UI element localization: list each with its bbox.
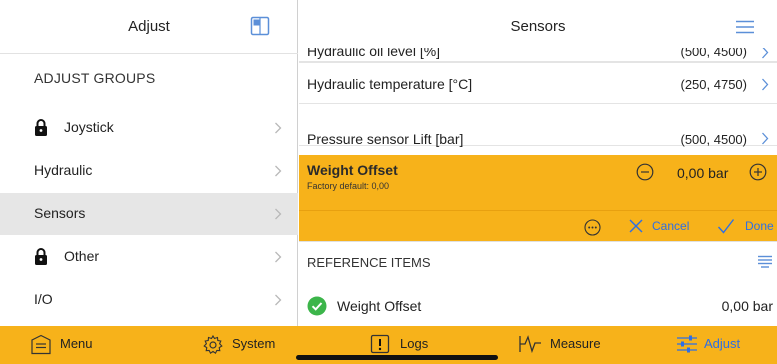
measure-icon — [519, 335, 541, 354]
chevron-right-icon — [275, 208, 282, 220]
sidebar-header: Adjust — [0, 0, 298, 54]
menu-icon — [31, 334, 51, 355]
home-indicator — [296, 355, 498, 360]
reference-item-value: 0,00 bar — [721, 298, 773, 314]
close-icon[interactable] — [629, 219, 643, 233]
sidebar-item-sensors[interactable]: Sensors — [0, 193, 298, 235]
lock-icon — [35, 119, 47, 136]
chevron-right-icon — [762, 78, 769, 91]
weight-offset-value: 0,00 bar — [677, 165, 729, 181]
checkmark-icon[interactable] — [717, 218, 735, 234]
sidebar-item-label: I/O — [34, 291, 53, 307]
reference-item-label: Weight Offset — [337, 298, 422, 314]
chevron-right-icon — [275, 251, 282, 263]
chevron-right-icon — [275, 294, 282, 306]
tab-adjust[interactable]: Adjust — [676, 326, 756, 364]
decrement-button[interactable] — [636, 163, 654, 181]
sidebar-item-io[interactable]: I/O — [0, 279, 298, 321]
sensor-row-pressure-lift[interactable]: Pressure sensor Lift [bar] (500, 4500) — [299, 104, 777, 147]
tab-label: System — [232, 336, 276, 351]
tab-label: Menu — [60, 336, 93, 351]
sensor-value: (500, 4500) — [680, 132, 748, 147]
sensor-row-oil-level[interactable]: Hydraulic oil level [%] (500, 4500) — [299, 48, 777, 62]
sensor-name: Hydraulic temperature [°C] — [307, 76, 473, 92]
tab-measure[interactable]: Measure — [518, 326, 618, 364]
sidebar-item-label: Joystick — [64, 119, 114, 135]
editor-title: Weight Offset — [307, 162, 398, 178]
chevron-right-icon — [762, 48, 769, 59]
tab-system[interactable]: System — [202, 326, 292, 364]
factory-default-text: Factory default: 0,00 — [307, 181, 390, 191]
sensor-row-hydraulic-temperature[interactable]: Hydraulic temperature [°C] (250, 4750) — [299, 62, 777, 104]
weight-offset-editor: Weight Offset Factory default: 0,00 0,00… — [299, 155, 777, 210]
list-filter-icon[interactable] — [757, 255, 773, 268]
lock-icon — [35, 248, 47, 265]
sidebar-item-joystick[interactable]: Joystick — [0, 107, 298, 149]
tab-label: Logs — [400, 336, 429, 351]
hamburger-menu-icon[interactable] — [735, 20, 755, 34]
done-button[interactable]: Done — [745, 219, 774, 233]
cancel-button[interactable]: Cancel — [652, 219, 689, 233]
chevron-right-icon — [275, 165, 282, 177]
editor-actions: Cancel Done — [299, 210, 777, 241]
sidebar-item-other[interactable]: Other — [0, 236, 298, 278]
split-panel-icon[interactable] — [250, 16, 270, 36]
sidebar-item-label: Hydraulic — [34, 162, 93, 178]
logs-icon — [370, 334, 390, 354]
sensor-value: (500, 4500) — [680, 48, 748, 59]
more-options-icon[interactable] — [584, 219, 601, 236]
sensor-value: (250, 4750) — [680, 77, 748, 92]
gear-icon — [203, 334, 223, 355]
tab-menu[interactable]: Menu — [30, 326, 120, 364]
sensor-name: Pressure sensor Lift [bar] — [307, 131, 464, 147]
sensor-name: Hydraulic oil level [%] — [307, 48, 441, 59]
panel-title: Sensors — [510, 18, 566, 35]
adjust-groups-heading: ADJUST GROUPS — [34, 70, 156, 86]
chevron-right-icon — [762, 132, 769, 145]
reference-items-heading: REFERENCE ITEMS — [307, 255, 431, 270]
reference-row-container: Weight Offset 0,00 bar — [299, 286, 777, 326]
sidebar-item-label: Other — [64, 248, 100, 264]
adjust-sidebar: Adjust ADJUST GROUPS Joystick Hydraulic … — [0, 0, 298, 326]
chevron-right-icon — [275, 122, 282, 134]
tab-label: Measure — [550, 336, 601, 351]
tab-label: Adjust — [704, 336, 741, 351]
sliders-icon — [677, 335, 697, 353]
sidebar-item-label: Sensors — [34, 205, 86, 221]
reference-item-weight-offset[interactable]: Weight Offset 0,00 bar — [299, 286, 777, 326]
panel-header: Sensors — [299, 0, 777, 48]
increment-button[interactable] — [749, 163, 767, 181]
sidebar-item-hydraulic[interactable]: Hydraulic — [0, 150, 298, 192]
reference-items-header: REFERENCE ITEMS — [299, 241, 777, 286]
sensors-panel: Sensors Hydraulic oil level [%] (500, 45… — [299, 0, 777, 326]
check-circle-icon — [307, 296, 327, 316]
